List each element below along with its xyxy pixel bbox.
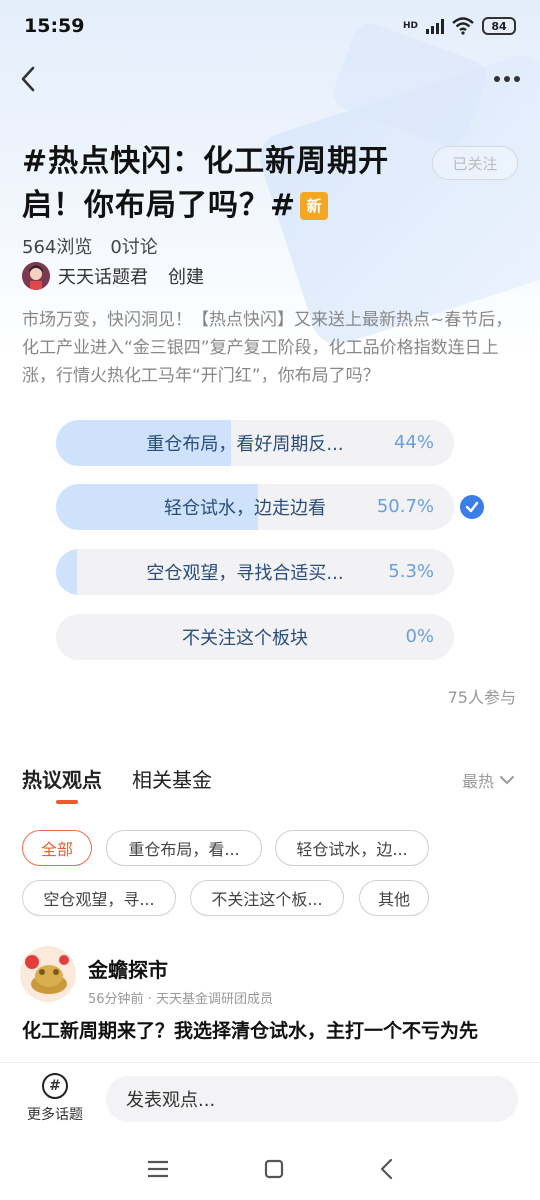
poll-option-percent: 50.7%: [376, 496, 434, 517]
creator-info[interactable]: 天天话题君 创建: [22, 262, 204, 290]
post-meta: 56分钟前 · 天天基金调研团成员: [88, 992, 273, 1007]
new-badge: 新: [300, 192, 329, 220]
wifi-icon: [452, 17, 474, 35]
topic-header: #热点快闪：化工新周期开启！你布局了吗？# 新 已关注: [22, 140, 518, 228]
topic-stats: 564浏览 0讨论: [22, 233, 158, 259]
chevron-down-icon: [500, 776, 514, 785]
battery-icon: 84: [482, 17, 516, 35]
filter-chip-all[interactable]: 全部: [22, 830, 92, 866]
content-tabs: 热议观点 相关基金: [22, 764, 212, 804]
poll-option-percent: 44%: [393, 432, 434, 453]
filter-chip[interactable]: 重仓布局，看...: [106, 830, 262, 866]
follow-button[interactable]: 已关注: [432, 146, 518, 180]
selected-check-icon: [460, 495, 484, 519]
poll-option-label: 不关注这个板块: [182, 628, 308, 649]
discussion-count: 0讨论: [110, 237, 158, 258]
post-author-name[interactable]: 金蟾探市: [88, 954, 168, 983]
back-arrow-icon: [21, 66, 35, 92]
tab-indicator: [56, 800, 78, 804]
post-text[interactable]: 化工新周期来了？我选择清仓试水，主打一个不亏为先: [22, 1016, 518, 1062]
creator-avatar: [22, 262, 50, 290]
poll-option[interactable]: 空仓观望，寻找合适买... 5.3%: [56, 549, 454, 595]
filter-chip[interactable]: 空仓观望，寻...: [22, 880, 176, 916]
creator-action: 创建: [168, 267, 204, 288]
view-count: 564浏览: [22, 237, 93, 258]
topic-title: #热点快闪：化工新周期开启！你布局了吗？# 新: [22, 140, 422, 228]
more-topics-button[interactable]: # 更多话题: [18, 1073, 92, 1124]
poll-option-percent: 5.3%: [388, 561, 434, 582]
bottom-bar: # 更多话题 发表观点...: [0, 1062, 540, 1138]
status-icons: HD 84: [403, 17, 516, 35]
creator-name: 天天话题君: [58, 267, 148, 288]
signal-icon: [426, 18, 444, 34]
back-button[interactable]: [20, 64, 50, 94]
comment-placeholder: 发表观点...: [126, 1090, 216, 1111]
post-author-tag: 天天基金调研团成员: [155, 992, 273, 1007]
poll-option[interactable]: 轻仓试水，边走边看 50.7%: [56, 484, 454, 530]
status-bar: 15:59 HD 84: [0, 0, 540, 52]
participant-count: 75人参与: [447, 688, 516, 707]
topic-title-text: #热点快闪：化工新周期开启！你布局了吗？#: [22, 144, 390, 223]
comment-input[interactable]: 发表观点...: [106, 1076, 518, 1122]
more-topics-label: 更多话题: [27, 1107, 83, 1123]
menu-icon[interactable]: [147, 1160, 169, 1178]
status-time: 15:59: [24, 15, 85, 37]
poll-option[interactable]: 重仓布局，看好周期反... 44%: [56, 420, 454, 466]
post-time: 56分钟前: [88, 992, 144, 1007]
hashtag-icon: #: [42, 1073, 68, 1099]
network-type: HD: [402, 21, 418, 31]
sort-dropdown[interactable]: 最热: [462, 768, 514, 792]
system-navigation-bar: [0, 1138, 540, 1200]
battery-level: 84: [491, 19, 507, 33]
sort-label: 最热: [461, 772, 494, 791]
filter-chip-other[interactable]: 其他: [359, 880, 429, 916]
tab-hot-views[interactable]: 热议观点: [22, 764, 102, 793]
filter-chip[interactable]: 不关注这个板...: [190, 880, 344, 916]
back-nav-icon[interactable]: [379, 1158, 393, 1180]
filter-chip[interactable]: 轻仓试水，边...: [275, 830, 429, 866]
topic-description: 市场万变，快闪洞见！【热点快闪】又来送上最新热点~春节后，化工产业进入“金三银四…: [22, 310, 513, 386]
poll-option-percent: 0%: [405, 626, 434, 647]
more-options-button[interactable]: [494, 76, 520, 82]
tab-related-funds[interactable]: 相关基金: [132, 764, 212, 793]
poll-option[interactable]: 不关注这个板块 0%: [56, 614, 454, 660]
post-author-avatar[interactable]: [20, 946, 76, 1002]
nav-bar: [0, 52, 540, 106]
home-icon[interactable]: [264, 1159, 284, 1179]
